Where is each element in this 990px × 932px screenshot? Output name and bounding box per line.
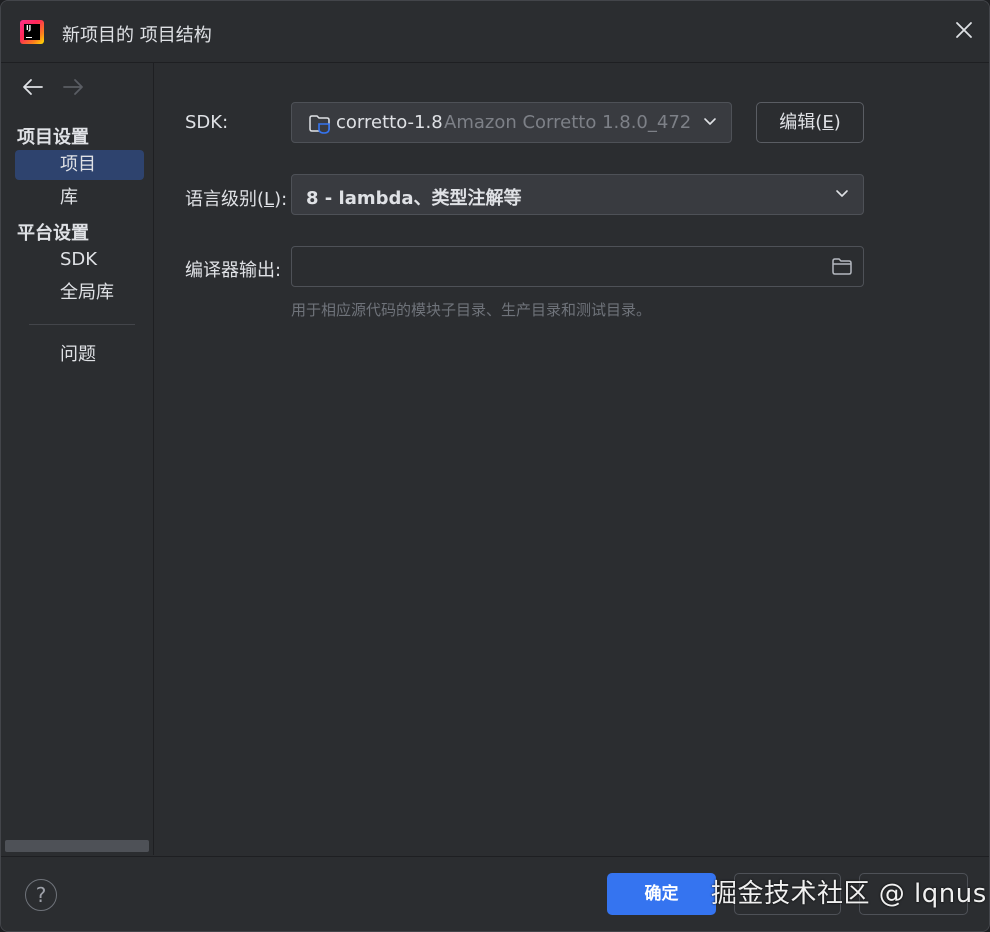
sdk-folder-icon (308, 114, 332, 138)
compiler-output-hint: 用于相应源代码的模块子目录、生产目录和测试目录。 (291, 301, 652, 319)
sdk-detail: Amazon Corretto 1.8.0_472 (444, 112, 692, 133)
platform-settings-heading: 平台设置 (17, 223, 89, 244)
edit-button-label-end: ) (833, 112, 841, 133)
back-arrow-icon[interactable] (21, 77, 45, 97)
title-bar: IJ 新项目的 项目结构 (1, 1, 989, 63)
project-settings-heading: 项目设置 (17, 127, 89, 148)
project-structure-dialog: IJ 新项目的 项目结构 项目设置 项目 库 平台设置 SDK 全局库 问题 S… (0, 0, 990, 932)
sidebar-divider (29, 324, 135, 325)
help-icon[interactable]: ? (25, 879, 57, 911)
sidebar-item-problems[interactable]: 问题 (15, 340, 144, 370)
app-logo-icon: IJ (20, 20, 44, 44)
chevron-down-icon (836, 190, 848, 197)
sidebar-item-global-libraries[interactable]: 全局库 (15, 278, 144, 308)
forward-arrow-icon (61, 77, 85, 97)
language-level-label: 语言级别(L): (185, 185, 287, 211)
language-level-mnemonic: L (264, 189, 275, 210)
sdk-combobox[interactable]: corretto-1.8 Amazon Corretto 1.8.0_472 (291, 102, 732, 143)
language-level-label-end: ): (274, 189, 288, 210)
language-level-label-text: 语言级别( (185, 189, 265, 210)
sidebar-item-project[interactable]: 项目 (15, 150, 144, 180)
sidebar-item-sdk[interactable]: SDK (15, 245, 144, 275)
sidebar-item-libraries[interactable]: 库 (15, 183, 144, 213)
chevron-down-icon (704, 118, 716, 125)
edit-button-mnemonic: E (822, 112, 834, 133)
project-settings-panel: SDK: corretto-1.8 Amazon Corretto 1.8.0_… (154, 63, 989, 855)
sidebar: 项目设置 项目 库 平台设置 SDK 全局库 问题 (1, 63, 154, 855)
edit-button-label: 编辑( (779, 112, 823, 133)
sdk-name: corretto-1.8 (336, 112, 443, 133)
dialog-footer: ? 确定 掘金技术社区 @ lqnus (1, 856, 989, 931)
sdk-label: SDK: (185, 112, 229, 133)
window-title: 新项目的 项目结构 (62, 25, 212, 46)
sidebar-scrollbar[interactable] (5, 840, 149, 852)
compiler-output-field[interactable] (291, 246, 864, 287)
close-icon[interactable] (953, 19, 975, 41)
language-level-value: 8 - lambda、类型注解等 (306, 188, 522, 209)
watermark: 掘金技术社区 @ lqnus (711, 879, 987, 909)
folder-icon[interactable] (831, 257, 853, 281)
ok-button[interactable]: 确定 (607, 873, 716, 915)
edit-sdk-button[interactable]: 编辑(E) (756, 102, 864, 143)
language-level-combobox[interactable]: 8 - lambda、类型注解等 (291, 174, 864, 215)
compiler-output-label: 编译器输出: (185, 260, 282, 281)
